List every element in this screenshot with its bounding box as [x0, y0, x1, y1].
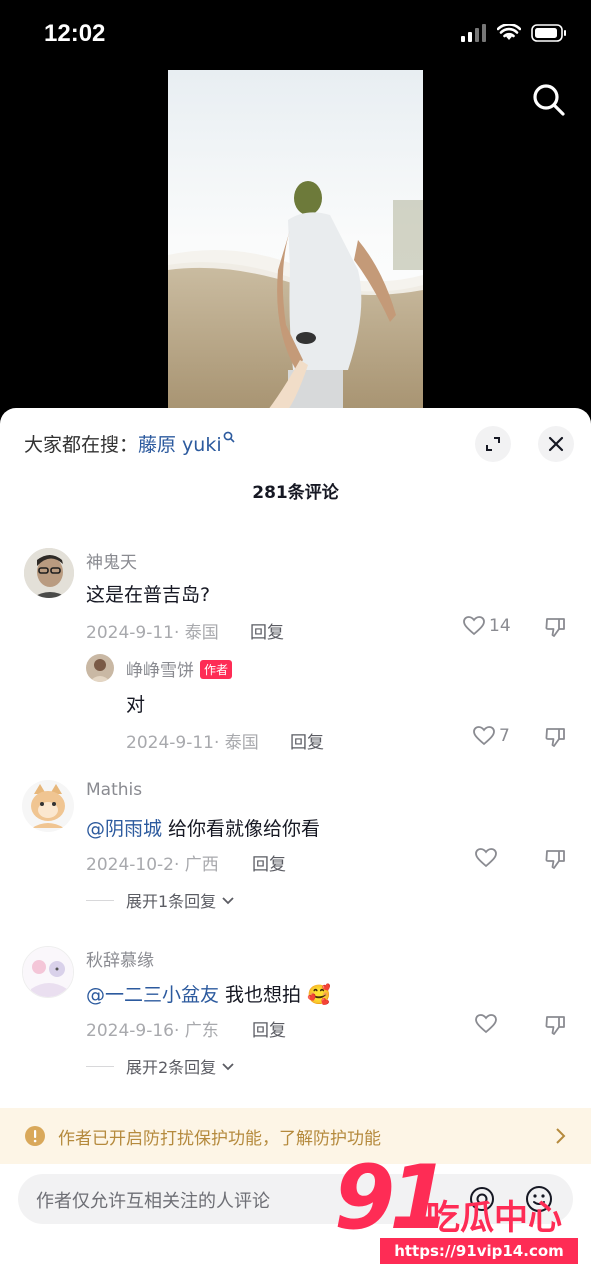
reply-button[interactable]: 回复	[252, 850, 286, 875]
close-icon	[548, 436, 564, 452]
reply-date-location: 2024-9-11· 泰国	[126, 733, 259, 753]
dislike-icon	[545, 850, 565, 869]
video-thumbnail	[168, 70, 423, 410]
expand-replies-button[interactable]: 展开2条回复	[86, 1054, 236, 1078]
comment-text: 这是在普吉岛?	[86, 584, 211, 606]
like-button[interactable]	[475, 848, 497, 868]
search-icon	[223, 431, 235, 443]
avatar-image	[23, 947, 73, 997]
expand-icon	[486, 437, 500, 451]
expand-replies-label: 展开1条回复	[126, 892, 217, 911]
avatar[interactable]	[22, 780, 74, 832]
expand-replies-button[interactable]: 展开1条回复	[86, 888, 236, 912]
video-player[interactable]	[0, 70, 591, 410]
reply-username-text: 峥峥雪饼	[126, 661, 194, 681]
emoji-sticker: 🥰	[307, 984, 331, 1006]
heart-icon	[473, 726, 495, 746]
reply-text: 对	[126, 694, 146, 716]
protection-notice[interactable]: 作者已开启防打扰保护功能，了解防护功能	[0, 1108, 591, 1164]
status-icons	[461, 24, 567, 42]
dislike-button[interactable]	[544, 848, 566, 874]
video-scene-image	[168, 70, 423, 410]
search-icon	[533, 84, 565, 116]
heart-icon	[475, 848, 497, 868]
reply-username[interactable]: 峥峥雪饼 作者	[126, 656, 233, 681]
comment-body: 给你看就像给你看	[162, 818, 321, 840]
divider	[86, 1065, 114, 1067]
trending-prefix: 大家都在搜：	[24, 434, 139, 456]
chevron-right-icon	[556, 1128, 566, 1144]
heart-icon	[475, 1014, 497, 1034]
author-badge: 作者	[200, 660, 233, 679]
reply-button[interactable]: 回复	[252, 1016, 286, 1041]
comment-count: 281条评论	[252, 483, 339, 503]
comment-username[interactable]: Mathis	[86, 780, 142, 800]
search-button[interactable]	[529, 80, 569, 120]
comment-item: 秋辞慕缘 @一二三小盆友 我也想拍 🥰 2024-9-16· 广东 回复 展开2…	[0, 944, 591, 1084]
divider	[86, 899, 114, 901]
like-count: 14	[489, 616, 511, 636]
chevron-down-icon	[222, 1063, 234, 1071]
comment-username[interactable]: 秋辞慕缘	[86, 946, 154, 971]
reply-button[interactable]: 回复	[250, 618, 284, 643]
comment-body: 我也想拍	[219, 984, 302, 1006]
warning-icon	[25, 1126, 45, 1146]
dislike-icon	[545, 728, 565, 747]
mention-link[interactable]: @一二三小盆友	[86, 984, 219, 1006]
notice-text: 作者已开启防打扰保护功能，了解防护功能	[58, 1128, 381, 1149]
status-time: 12:02	[44, 20, 106, 47]
avatar-image	[86, 654, 114, 682]
dislike-button[interactable]	[544, 616, 566, 642]
comment-date-location: 2024-10-2· 广西	[86, 855, 219, 875]
reply-button[interactable]: 回复	[290, 728, 324, 753]
avatar[interactable]	[22, 946, 74, 998]
avatar-image	[22, 780, 74, 832]
dislike-button[interactable]	[544, 726, 566, 752]
expand-replies-label: 展开2条回复	[126, 1058, 217, 1077]
dislike-icon	[545, 1016, 565, 1035]
wifi-icon	[497, 24, 521, 40]
heart-icon	[463, 616, 485, 636]
comment-text: @一二三小盆友 我也想拍 🥰	[86, 980, 331, 1007]
watermark-logo: 91 吃瓜中心 https://91vip14.com	[334, 1154, 584, 1270]
status-bar: 12:02	[0, 0, 591, 70]
like-button[interactable]	[475, 1014, 497, 1034]
avatar-image	[24, 548, 74, 598]
comment-item: Mathis @阴雨城 给你看就像给你看 2024-10-2· 广西 回复 展开…	[0, 778, 591, 918]
trending-keyword[interactable]: 藤原 yuki	[138, 434, 222, 456]
mention-link[interactable]: @阴雨城	[86, 818, 162, 840]
comment-username[interactable]: 神鬼天	[86, 548, 137, 573]
trending-search[interactable]: 大家都在搜：藤原 yuki	[24, 430, 235, 457]
comment-input-placeholder: 作者仅允许互相关注的人评论	[36, 1191, 270, 1212]
comment-sheet: 大家都在搜：藤原 yuki 281条评论 神鬼天 这是在普吉岛? 2024-9-…	[0, 408, 591, 1280]
battery-icon	[531, 24, 566, 42]
chevron-down-icon	[222, 897, 234, 905]
like-button[interactable]: 14	[463, 616, 511, 636]
comment-text: @阴雨城 给你看就像给你看	[86, 814, 320, 841]
signal-icon	[461, 24, 486, 42]
expand-button[interactable]	[475, 426, 511, 462]
comment-item: 神鬼天 这是在普吉岛? 2024-9-11· 泰国 回复 14	[0, 544, 591, 654]
like-count: 7	[499, 726, 510, 746]
watermark-brand: 吃瓜中心	[426, 1198, 562, 1238]
comment-date-location: 2024-9-16· 广东	[86, 1021, 219, 1041]
avatar[interactable]	[24, 548, 74, 598]
avatar[interactable]	[86, 654, 114, 682]
dislike-icon	[545, 618, 565, 637]
close-button[interactable]	[538, 426, 574, 462]
comment-date-location: 2024-9-11· 泰国	[86, 623, 219, 643]
like-button[interactable]: 7	[473, 726, 510, 746]
dislike-button[interactable]	[544, 1014, 566, 1040]
watermark-url: https://91vip14.com	[380, 1238, 578, 1264]
reply-item: 峥峥雪饼 作者 对 2024-9-11· 泰国 回复 7	[0, 654, 591, 754]
